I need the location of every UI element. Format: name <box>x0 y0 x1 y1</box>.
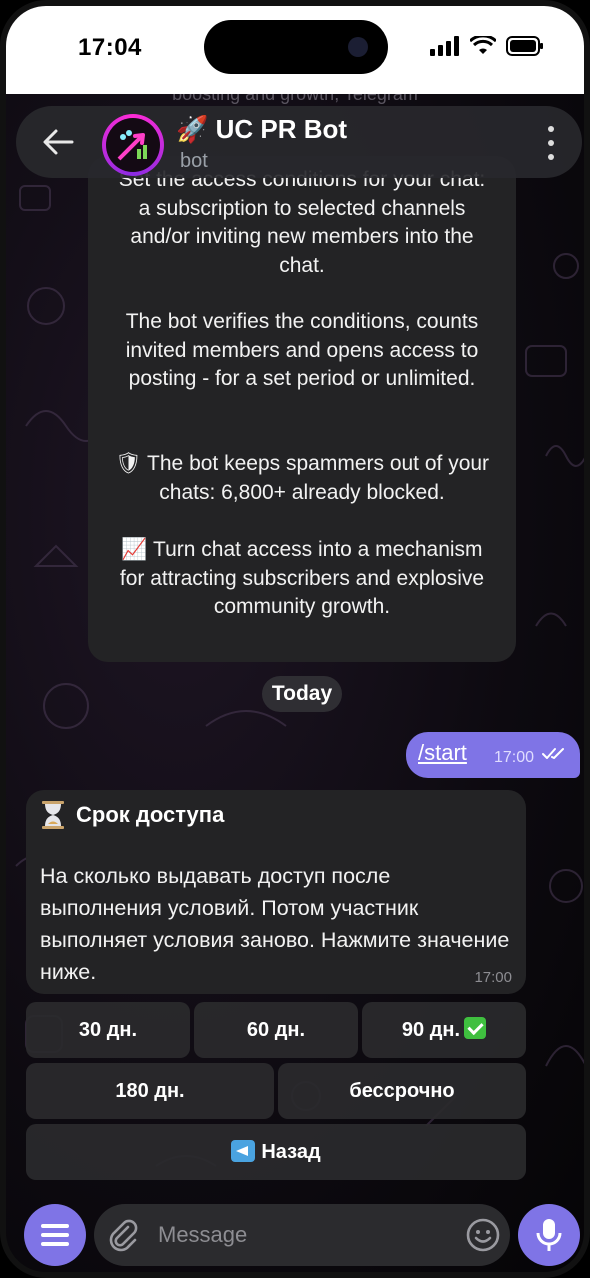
intro-paragraph-3: 🛡 The bot keeps spammers out of your cha… <box>114 452 490 504</box>
rocket-logo-icon <box>117 130 147 161</box>
intro-paragraph-1: Set the access conditions for your chat:… <box>118 168 486 277</box>
back-keyboard-button[interactable]: Назад <box>26 1124 526 1180</box>
option-60-days-button[interactable]: 60 дн. <box>194 1002 358 1058</box>
option-180-days-button[interactable]: 180 дн. <box>26 1063 274 1119</box>
message-placeholder: Message <box>158 1222 248 1247</box>
wifi-icon <box>470 36 496 54</box>
intro-message-bubble: Set the access conditions for your chat:… <box>88 156 516 662</box>
double-check-icon <box>542 748 564 759</box>
bot-menu-button[interactable] <box>24 1204 86 1266</box>
message-body: На сколько выдавать доступ после выполне… <box>40 864 510 984</box>
menu-icon <box>41 1224 69 1246</box>
message-input-bar[interactable]: Message <box>94 1204 510 1266</box>
phone-screen: 17:04 boosting and growth, Telegram 🚀 UC… <box>0 0 590 1278</box>
chat-header: 🚀 UC PR Bot bot <box>16 106 582 178</box>
checkmark-icon <box>464 1017 487 1039</box>
back-arrow-emoji-icon <box>231 1140 256 1162</box>
status-bar: 17:04 <box>6 6 584 94</box>
paperclip-icon[interactable] <box>106 1218 140 1252</box>
outgoing-message: /start 17:00 <box>406 732 580 778</box>
hourglass-icon <box>42 801 64 829</box>
kebab-menu-icon[interactable] <box>546 126 556 160</box>
back-arrow-icon <box>43 129 74 155</box>
access-term-message: Срок доступа На сколько выдавать доступ … <box>26 790 526 994</box>
chat-subtitle: bot <box>180 150 208 172</box>
emoji-icon[interactable] <box>466 1218 500 1252</box>
option-unlimited-button[interactable]: бессрочно <box>278 1063 526 1119</box>
message-time: 17:00 <box>474 969 512 986</box>
status-time: 17:04 <box>78 34 142 61</box>
microphone-icon <box>536 1219 562 1251</box>
intro-paragraph-4: 📈 Turn chat access into a mechanism for … <box>119 538 485 618</box>
intro-paragraph-2: The bot verifies the conditions, counts … <box>125 310 479 390</box>
option-90-days-button[interactable]: 90 дн. <box>362 1002 526 1058</box>
battery-icon <box>506 36 543 56</box>
bot-avatar[interactable] <box>102 114 164 176</box>
dynamic-island <box>204 20 388 74</box>
date-separator: Today <box>262 676 342 712</box>
option-30-days-button[interactable]: 30 дн. <box>26 1002 190 1058</box>
signal-icon <box>430 36 459 56</box>
back-button[interactable] <box>38 122 78 162</box>
camera-icon <box>348 37 368 57</box>
chat-title[interactable]: 🚀 UC PR Bot <box>176 114 347 145</box>
message-title: Срок доступа <box>76 802 225 827</box>
message-time: 17:00 <box>494 749 535 766</box>
status-icons <box>430 36 544 56</box>
microphone-button[interactable] <box>518 1204 580 1266</box>
command-link[interactable]: /start <box>418 740 467 766</box>
